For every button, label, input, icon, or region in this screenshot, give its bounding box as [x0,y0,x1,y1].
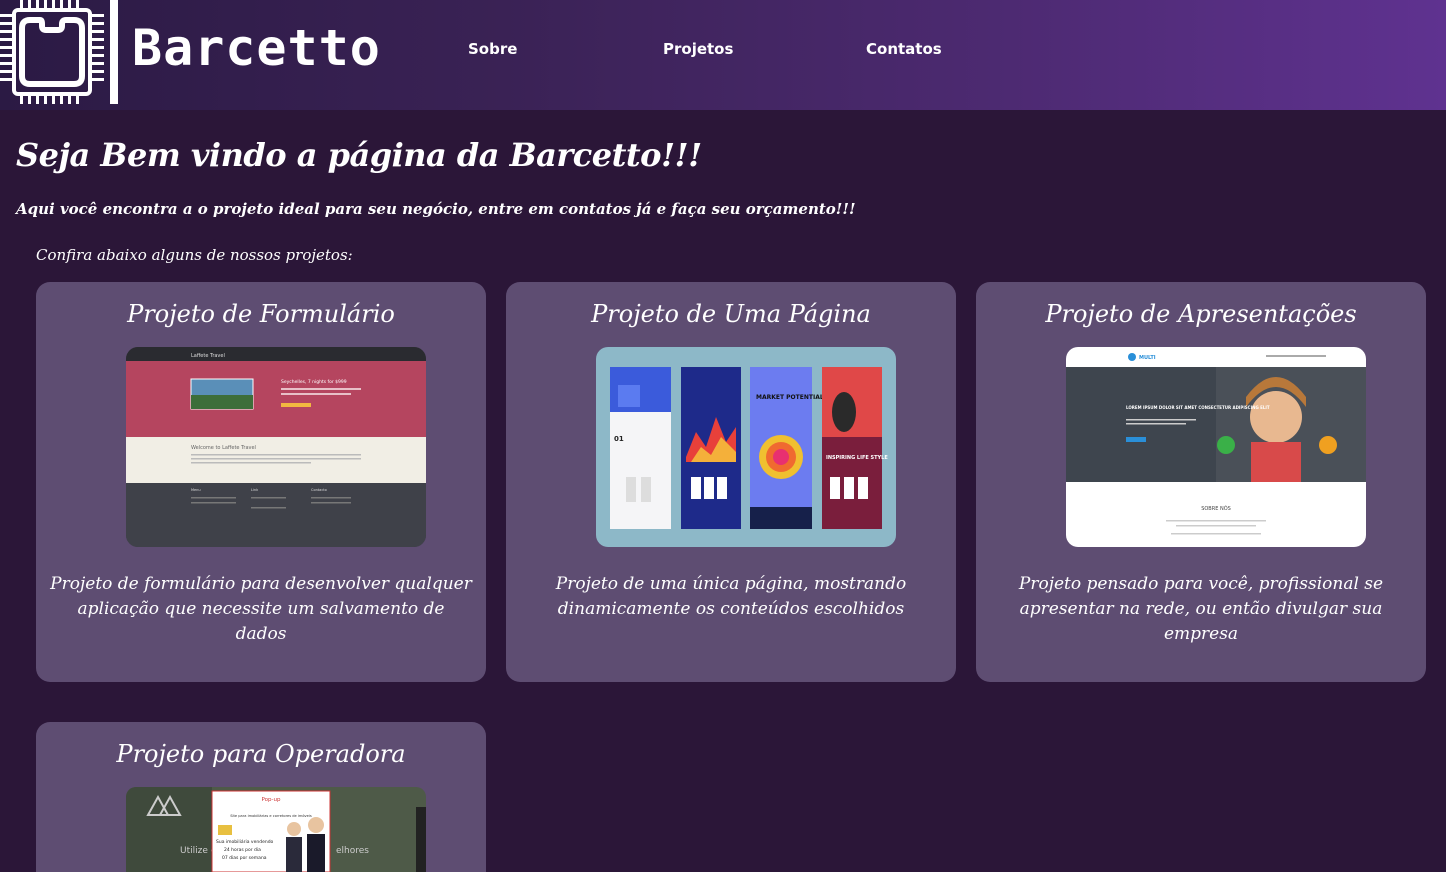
card-title: Projeto de Uma Página [591,300,871,328]
card-description: Projeto de uma única página, mostrando d… [555,574,907,619]
thumb-section: SOBRE NÓS [1201,505,1231,512]
thumb-panel-label-3: INSPIRING LIFE STYLE [826,455,888,461]
thumb-footer-col-3: Contacto [311,488,327,492]
site-header: Barcetto Sobre Projetos Contatos [0,0,1446,110]
thumb-hero-text: LOREM IPSUM DOLOR SIT AMET CONSECTETUR A… [1126,405,1270,410]
thumb-site-title: Laffete Travel [191,353,225,359]
thumb-brand: MULTI [1139,355,1156,361]
project-thumbnail-formulario[interactable]: Laffete Travel Seychelles, 7 nights for … [126,347,426,547]
logo-divider [110,0,118,104]
thumb-popup-line2: Sua imobiliária vendendo [216,838,274,845]
thumb-side-left: Utilize e [180,846,217,856]
page-title: Seja Bem vindo a página da Barcetto!!! [16,136,702,174]
projects-intro: Confira abaixo alguns de nossos projetos… [36,246,353,264]
project-card-apresentacoes[interactable]: Projeto de Apresentações MULTI LOREM IPS… [976,282,1426,682]
thumb-popup-line3: 24 horas por dia [224,847,261,853]
thumb-popup-line1: Site para imobiliárias e corretores de i… [230,814,312,818]
project-card-uma-pagina[interactable]: Projeto de Uma Página 01 MARKET POTENTIA… [506,282,956,682]
project-thumbnail-apresentacoes[interactable]: MULTI LOREM IPSUM DOLOR SIT AMET CONSECT… [1066,347,1366,547]
thumb-side-right: elhores [336,846,369,856]
chip-icon[interactable] [0,0,104,104]
card-title: Projeto para Operadora [116,740,406,768]
card-description: Projeto pensado para você, profissional … [1018,574,1384,644]
thumb-footer-col-1: Menu [191,488,201,492]
project-thumbnail-uma-pagina[interactable]: 01 MARKET POTENTIAL INSPIRING LIFE STYLE [596,347,896,547]
project-card-formulario[interactable]: Projeto de Formulário Laffete Travel Sey… [36,282,486,682]
thumb-panel-label-1: 01 [614,435,624,443]
project-card-operadora[interactable]: Projeto para Operadora Utilize e Pop-up … [36,722,486,872]
brand-name[interactable]: Barcetto [132,18,381,78]
page-subtitle: Aqui você encontra a o projeto ideal par… [16,200,856,218]
thumb-panel-label-2: MARKET POTENTIAL [756,394,824,401]
thumb-hero-heading: Seychelles, 7 nights for $999 [281,379,347,385]
status-bar [0,864,80,870]
thumb-footer-col-2: Link [251,488,259,492]
card-description: Projeto de formulário para desenvolver q… [50,574,472,644]
thumb-welcome: Welcome to Laffete Travel [191,445,256,451]
thumb-popup-line4: 07 dias por semana [222,855,267,861]
nav-link-projetos[interactable]: Projetos [663,40,733,58]
nav-link-contatos[interactable]: Contatos [866,40,942,58]
card-title: Projeto de Formulário [127,300,395,328]
project-thumbnail-operadora[interactable]: Utilize e Pop-up Site para imobiliárias … [126,787,426,872]
nav-link-sobre[interactable]: Sobre [468,40,517,58]
card-title: Projeto de Apresentações [1045,300,1357,328]
thumb-popup-title: Pop-up [262,797,281,803]
